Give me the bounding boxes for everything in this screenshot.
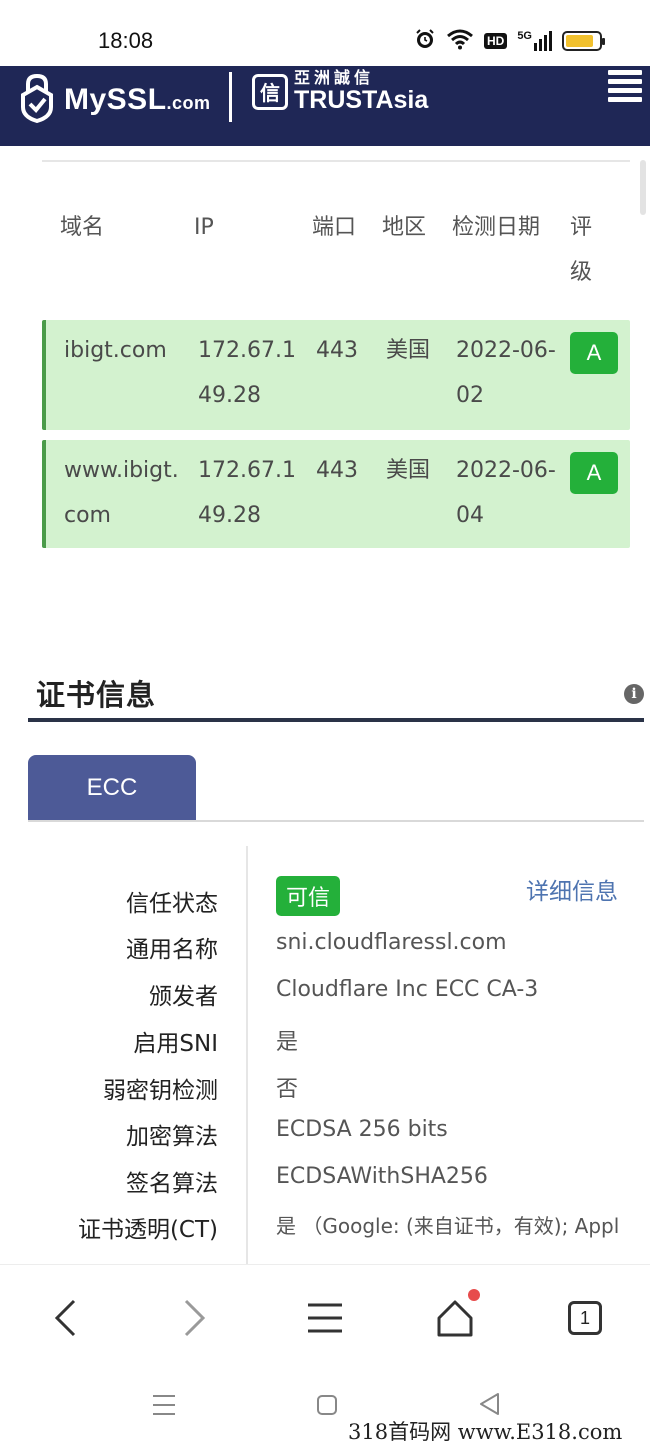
- tab-ecc[interactable]: ECC: [28, 755, 196, 821]
- network-label: 5G: [517, 30, 532, 42]
- tab-divider: [28, 820, 644, 822]
- cert-value: 是: [276, 1030, 299, 1055]
- brand-name: MySSL.com: [64, 83, 211, 116]
- trusted-badge: 可信: [276, 876, 341, 916]
- menu-icon[interactable]: [300, 1295, 350, 1341]
- row-port: 443: [316, 338, 358, 363]
- header-divider: [229, 72, 232, 122]
- myssl-logo[interactable]: MySSL.com: [18, 66, 211, 134]
- cert-section-title: 证书信息: [36, 678, 157, 712]
- cert-label: 签名算法: [126, 1171, 218, 1197]
- cert-label: 信任状态: [126, 891, 218, 917]
- cert-label: 通用名称: [126, 937, 218, 963]
- header-grade: 评级: [570, 215, 593, 285]
- row-domain[interactable]: ibigt.com: [64, 328, 184, 373]
- hamburger-menu-icon[interactable]: [608, 70, 642, 102]
- info-icon[interactable]: i: [624, 684, 644, 704]
- section-divider: [28, 718, 644, 722]
- cert-row-common-name: 通用名称 sni.cloudflaressl.com: [0, 930, 650, 976]
- back-icon[interactable]: [40, 1295, 90, 1341]
- row-date: 2022-06-02: [456, 338, 556, 408]
- cert-value: ECDSAWithSHA256: [276, 1164, 488, 1189]
- grade-badge[interactable]: A: [570, 332, 618, 374]
- cert-row-signature: 签名算法 ECDSAWithSHA256: [0, 1164, 650, 1210]
- scrollbar-thumb[interactable]: [640, 160, 646, 215]
- cert-label: 证书透明(CT): [77, 1217, 218, 1243]
- cert-label: 启用SNI: [133, 1031, 218, 1057]
- cert-value: ECDSA 256 bits: [276, 1117, 448, 1142]
- cert-value: sni.cloudflaressl.com: [276, 930, 507, 955]
- cert-value: 是 （Google: (来自证书，有效); Appl: [276, 1214, 620, 1238]
- cert-row-issuer: 颁发者 Cloudflare Inc ECC CA-3: [0, 977, 650, 1023]
- cert-row-sni: 启用SNI 是: [0, 1024, 650, 1070]
- cert-value: 否: [276, 1077, 299, 1102]
- alarm-icon: [414, 28, 436, 55]
- recent-apps-icon[interactable]: [152, 1394, 176, 1420]
- status-bar: 18:08 HD 5G: [0, 0, 650, 66]
- forward-icon[interactable]: [170, 1295, 220, 1341]
- grade-badge[interactable]: A: [570, 452, 618, 494]
- watermark-text: 318首码网 www.E318.com: [348, 1420, 623, 1444]
- site-header: MySSL.com 信 亞洲誠信 TRUSTAsia: [0, 66, 650, 146]
- cert-label: 颁发者: [149, 984, 218, 1010]
- partner-cn-name: 亞洲誠信: [294, 68, 375, 87]
- cert-row-encryption: 加密算法 ECDSA 256 bits: [0, 1117, 650, 1163]
- status-time: 18:08: [98, 28, 154, 53]
- row-ip: 172.67.149.28: [198, 458, 296, 528]
- row-ip: 172.67.149.28: [198, 338, 296, 408]
- hd-icon: HD: [483, 33, 508, 49]
- row-region: 美国: [386, 338, 431, 363]
- cert-row-weak-key: 弱密钥检测 否: [0, 1071, 650, 1117]
- lock-check-icon: [18, 73, 56, 127]
- wifi-icon: [446, 28, 474, 55]
- partner-en-name: TRUSTAsia: [294, 86, 429, 114]
- header-ip: IP: [194, 215, 214, 240]
- table-row[interactable]: ibigt.com 172.67.149.28 443 美国 2022-06-0…: [42, 320, 630, 430]
- 5g-signal-icon: 5G: [517, 31, 552, 51]
- row-domain[interactable]: www.ibigt.com: [64, 448, 184, 538]
- results-table: 域名 IP 端口 地区 检测日期 评级 ibigt.com 172.67.149…: [42, 205, 630, 558]
- cert-value: Cloudflare Inc ECC CA-3: [276, 977, 539, 1002]
- cert-row-trust: 信任状态 可信 详细信息: [0, 876, 650, 930]
- row-port: 443: [316, 458, 358, 483]
- results-header: 域名 IP 端口 地区 检测日期 评级: [42, 205, 630, 310]
- cert-label: 弱密钥检测: [103, 1078, 218, 1104]
- trustasia-logo[interactable]: 信 亞洲誠信 TRUSTAsia: [252, 70, 428, 113]
- trustasia-mark-icon: 信: [252, 73, 288, 110]
- row-date: 2022-06-04: [456, 458, 556, 528]
- header-date: 检测日期: [452, 215, 541, 240]
- browser-toolbar: 1: [0, 1264, 650, 1370]
- table-row[interactable]: www.ibigt.com 172.67.149.28 443 美国 2022-…: [42, 440, 630, 548]
- header-region: 地区: [382, 215, 427, 240]
- battery-icon: [562, 31, 605, 51]
- header-domain: 域名: [60, 215, 105, 240]
- cert-row-ct: 证书透明(CT) 是 （Google: (来自证书，有效); Appl: [0, 1210, 650, 1256]
- notification-dot: [468, 1289, 480, 1301]
- home-square-icon[interactable]: [316, 1394, 338, 1420]
- home-icon[interactable]: [430, 1289, 480, 1341]
- tabs-count: 1: [568, 1301, 602, 1335]
- top-divider: [42, 160, 630, 162]
- status-icons: HD 5G: [414, 28, 605, 55]
- header-port: 端口: [312, 215, 357, 240]
- cert-label: 加密算法: [126, 1124, 218, 1150]
- row-region: 美国: [386, 458, 431, 483]
- tabs-icon[interactable]: 1: [560, 1295, 610, 1341]
- details-link[interactable]: 详细信息: [526, 872, 618, 906]
